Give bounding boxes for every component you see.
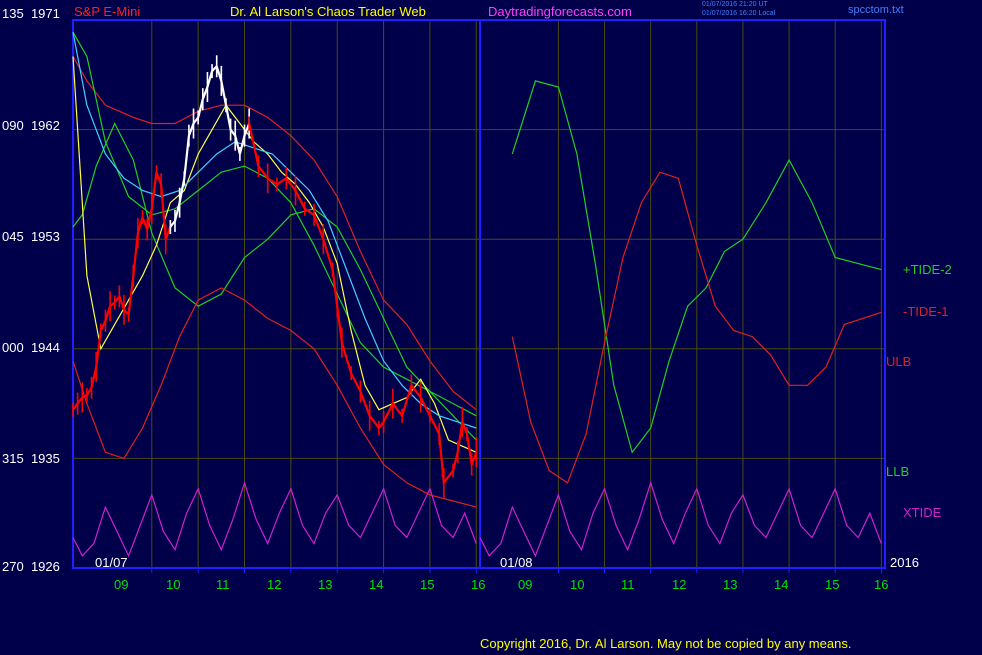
y-tick-label: 315 1935 <box>2 451 60 466</box>
y-tick-label: 000 1944 <box>2 340 60 355</box>
price-line-down <box>72 171 172 411</box>
x-tick-label: 10 <box>166 577 181 592</box>
chart-area: S&P E-Mini Dr. Al Larson's Chaos Trader … <box>0 0 982 651</box>
x-tick-label: 10 <box>570 577 585 592</box>
y-tick-label: 090 1962 <box>2 118 60 133</box>
x-tick-label: 09 <box>518 577 533 592</box>
legend-xtide: XTIDE <box>903 505 942 520</box>
x-tick-label: 11 <box>216 577 230 592</box>
x-tick-label: 11 <box>621 577 635 592</box>
chart-title: Dr. Al Larson's Chaos Trader Web <box>230 4 426 19</box>
legend-llb: LLB <box>886 464 910 479</box>
timestamp-ut: 01/07/2016 21:20 UT <box>702 1 768 8</box>
x-tick-label: 14 <box>369 577 384 592</box>
x-tick-label: 09 <box>114 577 129 592</box>
legend-tide2: +TIDE-2 <box>903 262 952 277</box>
x-tick-label: 13 <box>723 577 738 592</box>
series-line-fast-avg <box>72 56 477 453</box>
copyright-notice: Copyright 2016, Dr. Al Larson. May not b… <box>480 636 852 651</box>
x-tick-label: 15 <box>420 577 435 592</box>
y-tick-label: 270 1926 <box>2 559 60 574</box>
symbol-title: S&P E-Mini <box>74 4 141 19</box>
series-line-xtide <box>72 480 477 558</box>
price-group <box>72 55 478 498</box>
x-tick-label: 12 <box>672 577 687 592</box>
date-label: 01/08 <box>500 555 533 570</box>
projection-line-xtide <box>479 480 882 558</box>
x-tick-label: 16 <box>874 577 889 592</box>
date-label: 2016 <box>890 555 919 570</box>
y-tick-label: 135 1971 <box>2 6 60 21</box>
y-tick-label: 045 1953 <box>2 229 60 244</box>
x-tick-label: 16 <box>471 577 486 592</box>
x-tick-label: 14 <box>774 577 789 592</box>
legend-tide1: -TIDE-1 <box>903 304 949 319</box>
legend-ulb: ULB <box>886 354 912 369</box>
timestamp-local: 01/07/2016 16:20 Local <box>702 10 776 17</box>
price-line-down <box>248 123 478 486</box>
x-tick-label: 15 <box>825 577 840 592</box>
series-line-tide-1 <box>72 287 477 508</box>
x-tick-label: 13 <box>318 577 333 592</box>
series-line-llb <box>72 31 477 417</box>
site-link[interactable]: Daytradingforecasts.com <box>488 4 632 19</box>
series-line-slow-avg <box>72 32 477 429</box>
series-line-ulb <box>72 56 477 411</box>
x-tick-label: 12 <box>267 577 282 592</box>
file-name: spcctom.txt <box>848 4 904 16</box>
chart-svg <box>72 19 886 573</box>
date-label: 01/07 <box>95 555 128 570</box>
